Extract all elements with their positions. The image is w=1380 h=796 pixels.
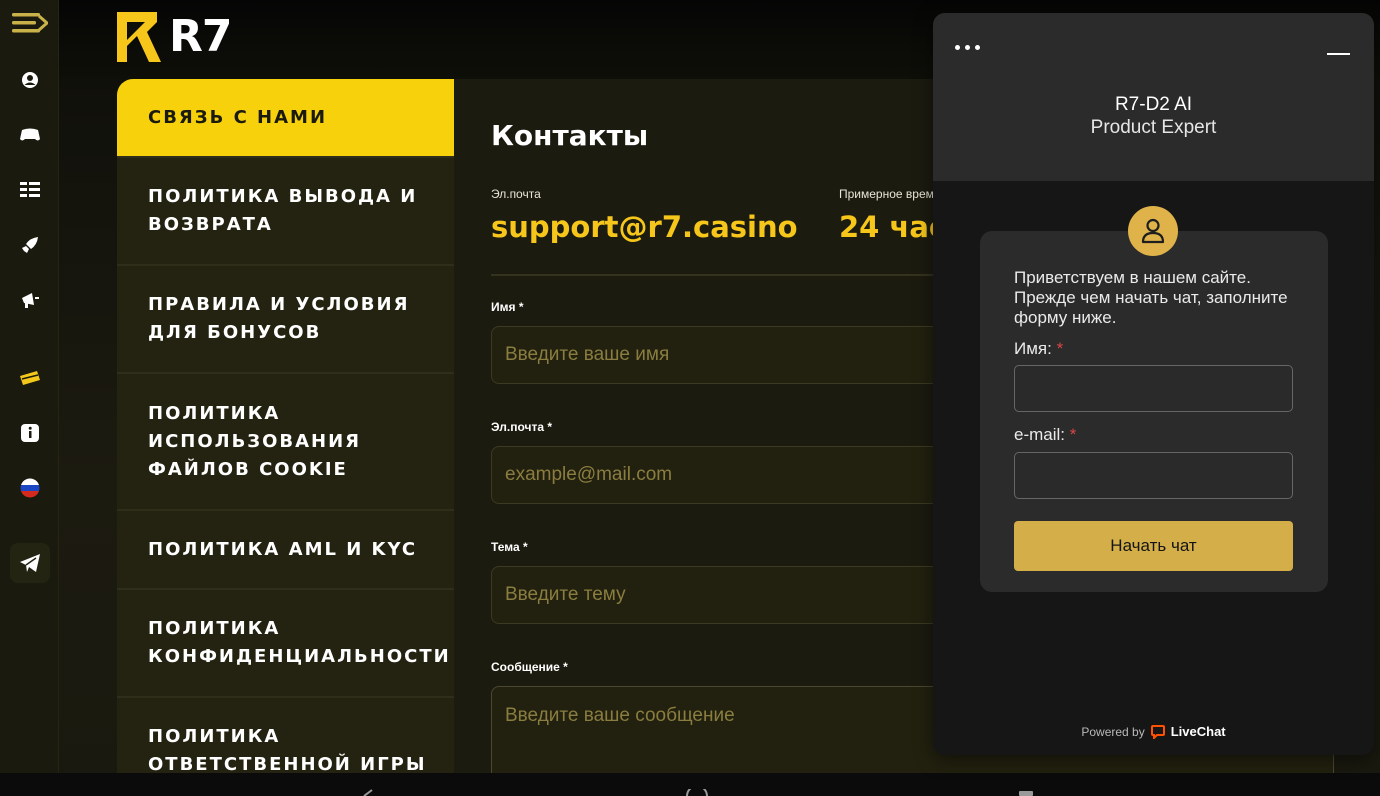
menu-item-label: ПОЛИТИКА ВЫВОДА И ВОЗВРАТА: [148, 186, 418, 235]
info-icon: [21, 424, 39, 442]
menu-arrow-icon: [12, 13, 48, 33]
chat-email-input[interactable]: [1014, 452, 1293, 499]
chat-header: R7-D2 AI Product Expert: [933, 13, 1374, 181]
livechat-widget: R7-D2 AI Product Expert Приветствуем в н…: [933, 13, 1374, 755]
minimize-icon[interactable]: [1327, 49, 1350, 59]
telegram-button[interactable]: [10, 543, 50, 583]
start-chat-button[interactable]: Начать чат: [1014, 521, 1293, 571]
telegram-icon: [20, 554, 40, 572]
name-label: Имя *: [491, 300, 524, 314]
russian-flag-icon: [20, 478, 40, 498]
app-root: R7 СВЯЗЬ С НАМИ ПОЛИТИКА ВЫВОДА И ВОЗВРА…: [0, 0, 1380, 796]
chat-email-label: e-mail: *: [1014, 425, 1076, 445]
menu-item-contact[interactable]: СВЯЗЬ С НАМИ: [117, 79, 454, 158]
hamburger-menu-button[interactable]: [10, 3, 50, 43]
chat-name-label-text: Имя:: [1014, 339, 1052, 358]
sidebar-item-profile[interactable]: [10, 60, 50, 100]
page-title: Контакты: [491, 119, 649, 152]
required-mark: *: [1056, 339, 1064, 358]
powered-by-text: Powered by: [1081, 724, 1145, 739]
menu-item-responsible-gaming[interactable]: ПОЛИТИКА ОТВЕТСТВЕННОЙ ИГРЫ: [117, 698, 454, 773]
livechat-logo-icon: [1150, 724, 1165, 739]
message-label: Сообщение *: [491, 660, 568, 674]
logo-text: R7: [169, 11, 232, 62]
recents-icon[interactable]: [1018, 789, 1034, 796]
sidebar-item-crash-games[interactable]: [10, 225, 50, 265]
menu-item-bonus-terms[interactable]: ПРАВИЛА И УСЛОВИЯ ДЛЯ БОНУСОВ: [117, 266, 454, 374]
menu-item-aml-kyc[interactable]: ПОЛИТИКА AML И KYC: [117, 511, 454, 590]
menu-item-label: ПОЛИТИКА КОНФИДЕНЦИАЛЬНОСТИ: [148, 618, 451, 667]
email-field-label: Эл.почта *: [491, 420, 552, 434]
megaphone-icon: [22, 293, 39, 308]
menu-item-label: ПРАВИЛА И УСЛОВИЯ ДЛЯ БОНУСОВ: [148, 294, 410, 343]
chat-greeting: Приветствуем в нашем сайте. Прежде чем н…: [1014, 268, 1288, 327]
menu-item-withdrawal-policy[interactable]: ПОЛИТИКА ВЫВОДА И ВОЗВРАТА: [117, 158, 454, 266]
response-time-label: Примерное время: [839, 187, 941, 201]
menu-item-label: ПОЛИТИКА AML И KYC: [148, 538, 418, 560]
chat-agent-role: Product Expert: [1090, 117, 1217, 138]
language-selector[interactable]: [10, 468, 50, 508]
r7-logo-icon: [117, 12, 161, 62]
required-mark: *: [1069, 425, 1077, 444]
menu-item-label: ПОЛИТИКА ОТВЕТСТВЕННОЙ ИГРЫ: [148, 726, 427, 773]
back-icon[interactable]: [362, 789, 376, 796]
info-menu: СВЯЗЬ С НАМИ ПОЛИТИКА ВЫВОДА И ВОЗВРАТА …: [117, 79, 454, 773]
user-circle-icon: [22, 72, 38, 88]
chat-agent-name: R7-D2 AI: [1114, 94, 1193, 115]
menu-item-label: СВЯЗЬ С НАМИ: [148, 106, 328, 128]
menu-item-cookie-policy[interactable]: ПОЛИТИКА ИСПОЛЬЗОВАНИЯ ФАЙЛОВ COOKIE: [117, 374, 454, 511]
email-label: Эл.почта: [491, 187, 541, 201]
bonus-icon: [20, 371, 40, 385]
system-nav-bar: [0, 773, 1380, 796]
sidebar-item-games[interactable]: [10, 115, 50, 155]
chat-name-input[interactable]: [1014, 365, 1293, 412]
powered-by[interactable]: Powered by LiveChat: [933, 724, 1374, 739]
gamepad-icon: [20, 128, 40, 141]
list-icon: [20, 182, 40, 197]
sidebar-item-promotions[interactable]: [10, 280, 50, 320]
r7-logo[interactable]: R7: [117, 12, 232, 62]
home-icon[interactable]: [685, 789, 709, 796]
livechat-brand: LiveChat: [1170, 724, 1226, 739]
chat-name-label: Имя: *: [1014, 339, 1063, 359]
sidebar-rail: [0, 0, 59, 773]
user-icon: [1141, 218, 1165, 244]
menu-item-label: ПОЛИТИКА ИСПОЛЬЗОВАНИЯ ФАЙЛОВ COOKIE: [148, 402, 362, 480]
more-options-icon[interactable]: [955, 41, 985, 53]
sidebar-item-list[interactable]: [10, 170, 50, 210]
sidebar-item-bonuses[interactable]: [10, 358, 50, 398]
rocket-icon: [22, 237, 38, 253]
menu-item-privacy-policy[interactable]: ПОЛИТИКА КОНФИДЕНЦИАЛЬНОСТИ: [117, 590, 454, 698]
subject-label: Тема *: [491, 540, 528, 554]
agent-avatar: [1128, 206, 1178, 256]
chat-email-label-text: e-mail:: [1014, 425, 1066, 444]
sidebar-item-info[interactable]: [10, 413, 50, 453]
support-email-link[interactable]: support@r7.casino: [491, 210, 798, 244]
